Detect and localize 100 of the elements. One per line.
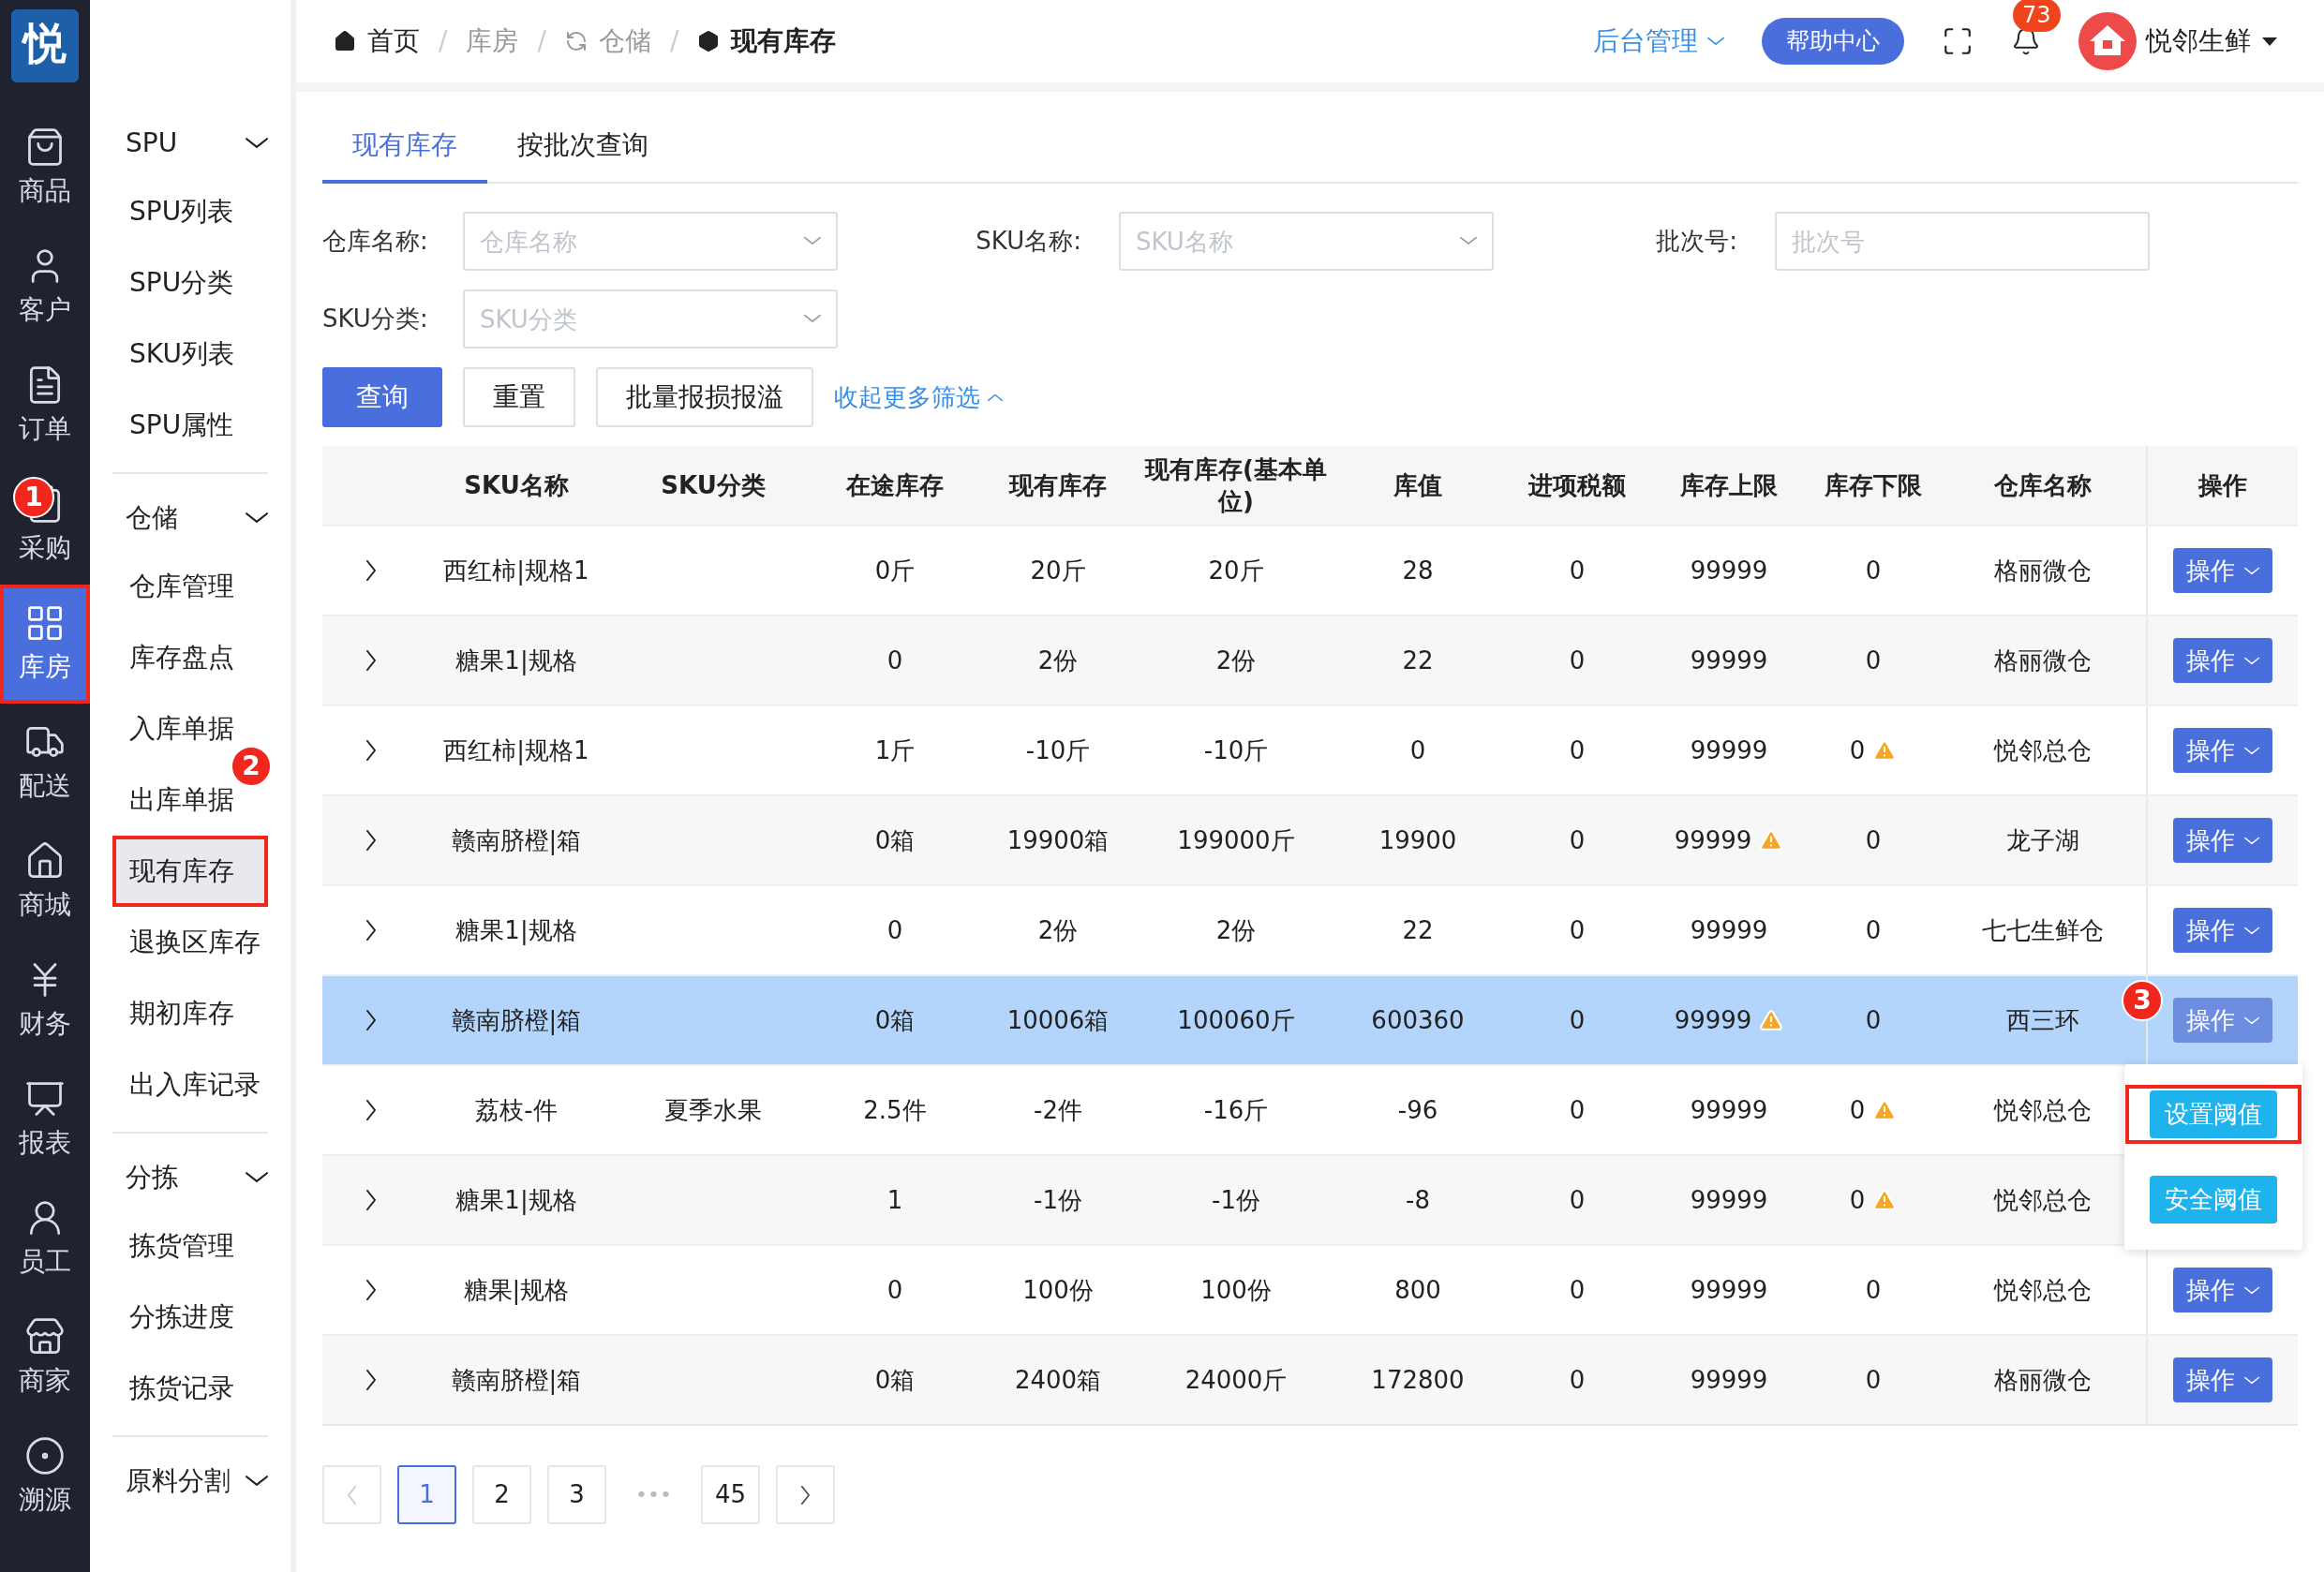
help-button[interactable]: 帮助中心 — [1762, 18, 1904, 65]
expand-icon — [365, 1190, 378, 1210]
table-cell-text: 20斤 — [1208, 555, 1264, 586]
menu-item[interactable]: 仓库管理 — [112, 551, 268, 622]
column-header: 进项税额 — [1527, 470, 1627, 501]
user-menu[interactable]: 悦邻生鲜 — [2146, 22, 2277, 61]
breadcrumb-separator: / — [537, 24, 546, 58]
menu-item[interactable]: SPU属性 — [112, 390, 268, 461]
input-field[interactable]: 批次号 — [1775, 212, 2150, 271]
table-cell-text: -8 — [1406, 1184, 1430, 1216]
table-cell-text: 0 — [1569, 555, 1586, 586]
menu-item[interactable]: SPU分类 — [112, 247, 268, 319]
table-cell-text: 99999 — [1690, 1274, 1768, 1306]
table-cell-text: 172800 — [1371, 1364, 1465, 1396]
tab[interactable]: 按批次查询 — [487, 122, 678, 184]
nav-item[interactable]: 商品 — [0, 109, 90, 228]
action-button[interactable]: 重置 — [463, 367, 575, 427]
nav-item[interactable]: 财务 — [0, 942, 90, 1060]
menu-group[interactable]: 仓储 — [112, 485, 268, 551]
table-cell-text: 糖果1|规格 — [455, 914, 577, 947]
table-cell-text: 10006箱 — [1006, 1004, 1110, 1036]
table-cell-text: 赣南脐橙|箱 — [451, 1004, 582, 1037]
page-ellipsis: ••• — [634, 1482, 673, 1508]
nav-item[interactable]: 库房 — [0, 585, 90, 704]
nav-item[interactable]: 报表 — [0, 1060, 90, 1179]
table-cell-text: 99999 — [1690, 1364, 1768, 1396]
menu-item[interactable]: 期初库存 — [112, 978, 268, 1049]
menu-item[interactable]: 拣货记录 — [112, 1353, 268, 1424]
table-cell-text: 100份 — [1022, 1274, 1094, 1306]
nav-item[interactable]: 溯源 — [0, 1417, 90, 1536]
page-button[interactable]: 1 — [397, 1465, 456, 1524]
chevron-down-icon — [246, 1171, 268, 1184]
table-cell-text: 99999 — [1674, 824, 1752, 856]
nav-item[interactable]: 客户 — [0, 228, 90, 347]
menu-group[interactable]: 分拣 — [112, 1145, 268, 1210]
table-cell-text: 糖果1|规格 — [455, 1184, 577, 1217]
table-cell-text: 0 — [1569, 1004, 1586, 1036]
nav-item[interactable]: 商家 — [0, 1298, 90, 1417]
operation-button[interactable]: 操作 — [2172, 818, 2272, 863]
nav-item[interactable]: 订单 — [0, 347, 90, 466]
table-cell-text: 0 — [1569, 734, 1586, 766]
select-field[interactable]: 仓库名称 — [463, 212, 838, 271]
caret-icon — [2262, 37, 2277, 46]
column-header: 库存上限 — [1679, 470, 1779, 501]
menu-group[interactable]: SPU — [112, 111, 268, 176]
table-cell-text: 28 — [1402, 555, 1434, 586]
nav-item[interactable]: 员工 — [0, 1179, 90, 1298]
menu-item[interactable]: 分拣进度 — [112, 1282, 268, 1353]
table-cell-text: 2份 — [1037, 914, 1079, 946]
expand-icon — [365, 560, 378, 581]
table-cell-text: 西红柿|规格1 — [443, 555, 589, 587]
operation-button[interactable]: 操作 — [2172, 728, 2272, 773]
menu-group[interactable]: 原料分割 — [112, 1448, 268, 1514]
fullscreen-icon[interactable] — [1942, 25, 1974, 57]
table-cell-text: 0 — [1865, 555, 1882, 586]
expand-icon — [365, 920, 378, 941]
action-button[interactable]: 批量报损报溢 — [596, 367, 813, 427]
operation-button[interactable]: 操作 — [2172, 548, 2272, 593]
filter-label: 批次号: — [1656, 226, 1738, 257]
page-button[interactable]: 2 — [472, 1465, 531, 1524]
breadcrumb-link[interactable]: 首页 — [367, 22, 420, 61]
table-cell-text: 西红柿|规格1 — [443, 734, 589, 767]
tab[interactable]: 现有库存 — [322, 122, 487, 184]
chevron-down-icon — [2243, 656, 2259, 665]
table-cell-text: 1 — [886, 1184, 903, 1216]
table-cell-text: 0箱 — [874, 824, 916, 856]
table-cell-text: 悦邻总仓 — [1994, 1094, 2092, 1126]
page-button[interactable]: 45 — [700, 1465, 760, 1524]
search-button[interactable]: 查询 — [322, 367, 442, 427]
nav-item[interactable]: 商城 — [0, 823, 90, 942]
breadcrumb-link[interactable]: 现有库存 — [731, 22, 837, 61]
table-cell-text: 0 — [1569, 1274, 1586, 1306]
menu-item[interactable]: 出入库记录 — [112, 1049, 268, 1120]
table-cell-text: 0 — [1569, 1094, 1586, 1126]
menu-item[interactable]: SKU列表 — [112, 319, 268, 390]
table-cell-text: 2400箱 — [1014, 1364, 1102, 1396]
column-header: 在途库存 — [844, 470, 945, 501]
menu-item[interactable]: 库存盘点 — [112, 622, 268, 693]
operation-button[interactable]: 操作 — [2172, 1268, 2272, 1312]
table-cell-text: 0 — [886, 1274, 903, 1306]
operation-button[interactable]: 操作 — [2172, 1357, 2272, 1402]
menu-item[interactable]: SPU列表 — [112, 176, 268, 247]
menu-item[interactable]: 拣货管理 — [112, 1210, 268, 1282]
table-cell-text: 24000斤 — [1184, 1364, 1288, 1396]
table-cell-text: 0 — [1865, 1364, 1882, 1396]
table-cell-text: 19900 — [1378, 824, 1457, 856]
menu-item[interactable]: 现有库存 — [112, 836, 268, 907]
target-icon — [24, 1434, 66, 1476]
table-cell-text: 夏季水果 — [664, 1094, 762, 1126]
table-cell-text: 0 — [886, 645, 903, 676]
operation-button[interactable]: 操作 — [2172, 638, 2272, 683]
select-field[interactable]: SKU名称 — [1119, 212, 1494, 271]
table-cell-text: -10斤 — [1025, 734, 1091, 766]
table-cell-text: 0 — [1409, 734, 1426, 766]
operation-button[interactable]: 操作 — [2172, 908, 2272, 953]
column-header: 库值 — [1393, 470, 1443, 501]
page-button[interactable]: 3 — [547, 1465, 606, 1524]
select-field[interactable]: SKU分类 — [463, 289, 838, 349]
menu-item[interactable]: 退换区库存 — [112, 907, 268, 978]
nav-item[interactable]: 配送 — [0, 704, 90, 823]
